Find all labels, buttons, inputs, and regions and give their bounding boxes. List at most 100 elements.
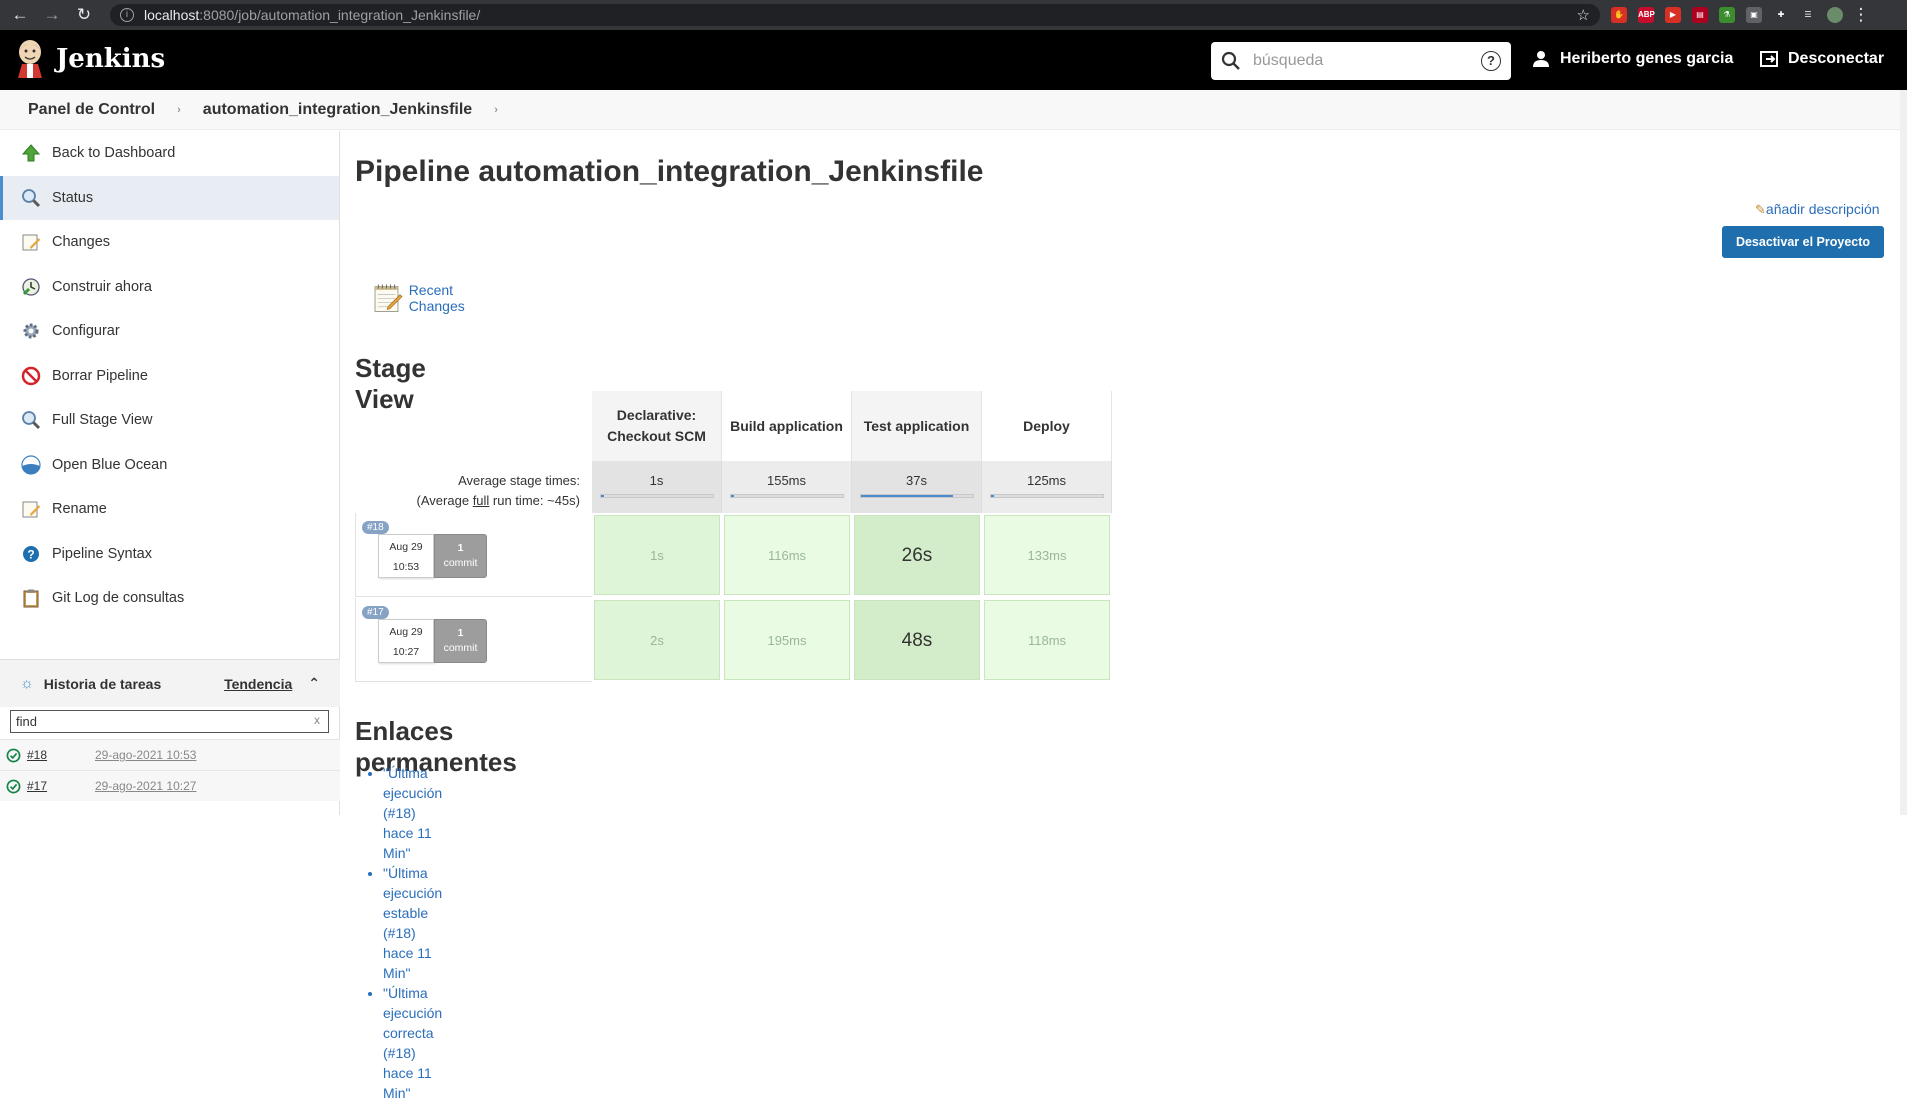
sidebar-item-pipeline-syntax[interactable]: ? Pipeline Syntax	[0, 532, 339, 577]
run-header: #18 Aug 29 10:53 1 commit	[355, 513, 592, 597]
trend-link[interactable]: Tendencia	[224, 676, 292, 692]
sidebar-item-borrar-pipeline[interactable]: Borrar Pipeline	[0, 354, 339, 399]
sidebar-item-status[interactable]: Status	[0, 175, 339, 220]
jenkins-brand[interactable]: Jenkins	[56, 44, 165, 74]
reload-icon[interactable]: ↻	[72, 3, 96, 27]
clear-find-icon[interactable]: x	[314, 713, 320, 727]
extensions-area: ✋ ABP ▶ ▤ ⚗ ▣ ✚ ☰	[1600, 7, 1843, 23]
sidebar-item-label: Configurar	[52, 323, 120, 340]
back-arrow-icon[interactable]: ←	[8, 3, 32, 27]
sidebar-item-construir-ahora[interactable]: Construir ahora	[0, 265, 339, 310]
average-stage-times-text: Average stage times:	[458, 473, 580, 488]
search-help-icon[interactable]: ?	[1481, 51, 1501, 71]
reading-list-icon[interactable]: ☰	[1800, 7, 1816, 23]
address-bar[interactable]: i localhost:8080/job/automation_integrat…	[110, 4, 1600, 26]
disable-project-button[interactable]: Desactivar el Proyecto	[1722, 226, 1884, 258]
sidebar-item-back-to-dashboard[interactable]: Back to Dashboard	[0, 131, 339, 176]
history-build-date[interactable]: 29-ago-2021 10:27	[95, 779, 196, 793]
sidebar-item-git-log-de-consultas[interactable]: Git Log de consultas	[0, 576, 339, 621]
logout-link[interactable]: Desconectar	[1760, 50, 1884, 68]
puzzle-icon[interactable]: ✚	[1773, 7, 1789, 23]
svg-text:?: ?	[27, 547, 34, 561]
pdf-ext-icon[interactable]: ▤	[1692, 7, 1708, 23]
run-badge[interactable]: #17	[362, 606, 389, 619]
add-description-label: añadir descripción	[1765, 201, 1880, 217]
search-icon	[1221, 51, 1240, 70]
average-times-label: Average stage times: (Average full run t…	[355, 471, 580, 511]
sidebar-item-label: Rename	[52, 501, 107, 518]
stage-run-cell[interactable]: 2s	[594, 600, 720, 680]
stage-average-bar-fill	[991, 495, 994, 497]
sidebar-item-label: Back to Dashboard	[52, 145, 176, 162]
stage-run-cell[interactable]: 1s	[594, 515, 720, 595]
run-header: #17 Aug 29 10:27 1 commit	[355, 598, 592, 682]
add-description-link[interactable]: ✎añadir descripción	[1755, 201, 1880, 218]
history-title: Historia de tareas	[43, 675, 162, 692]
sidebar-item-open-blue-ocean[interactable]: Open Blue Ocean	[0, 443, 339, 488]
stage-average-cell: 125ms	[982, 461, 1112, 513]
run-commit-word: commit	[443, 642, 478, 654]
run-commits-button[interactable]: 1 commit	[434, 619, 487, 663]
history-build-number[interactable]: #17	[27, 779, 77, 793]
search-input[interactable]	[1253, 50, 1473, 72]
search-box: ?	[1211, 42, 1511, 80]
page-scrollbar[interactable]	[1900, 90, 1907, 815]
stage-run-cell[interactable]: 48s	[854, 600, 980, 680]
stage-average-time: 125ms	[1026, 473, 1067, 488]
permalink-item[interactable]: "Última ejecución estable (#18) hace 11 …	[383, 863, 442, 983]
flask-ext-icon[interactable]: ⚗	[1719, 7, 1735, 23]
blue-ocean-icon	[20, 454, 42, 476]
history-build-date[interactable]: 29-ago-2021 10:53	[95, 748, 196, 762]
stage-run-cell[interactable]: 26s	[854, 515, 980, 595]
stage-run-cell[interactable]: 118ms	[984, 600, 1110, 680]
notepad-icon	[20, 231, 42, 253]
stage-run-cell[interactable]: 116ms	[724, 515, 850, 595]
forward-arrow-icon[interactable]: →	[40, 3, 64, 27]
stage-average-time: 1s	[649, 473, 664, 488]
adblock-icon[interactable]: ✋	[1611, 7, 1627, 23]
chrome-menu-icon[interactable]: ⋮	[1849, 3, 1873, 27]
permalink-item[interactable]: "Última ejecución (#18) hace 11 Min"	[383, 763, 442, 863]
history-find-input[interactable]	[10, 710, 329, 733]
run-commits-button[interactable]: 1 commit	[434, 534, 487, 578]
save-ext-icon[interactable]: ▣	[1746, 7, 1762, 23]
stage-run-cell[interactable]: 195ms	[724, 600, 850, 680]
magnifier-icon	[20, 409, 42, 431]
recent-changes-link[interactable]: Recent Changes	[373, 275, 479, 321]
average-run-time: (Average full run time: ~45s)	[355, 491, 580, 511]
run-date-day: Aug 29	[389, 626, 423, 638]
breadcrumb-chevron-icon[interactable]: ›	[494, 104, 498, 116]
history-build-number[interactable]: #18	[27, 748, 77, 762]
breadcrumb-item-dashboard[interactable]: Panel de Control	[28, 101, 155, 119]
sidebar-item-changes[interactable]: Changes	[0, 220, 339, 265]
stage-run-cell[interactable]: 133ms	[984, 515, 1110, 595]
collapse-chevron-icon[interactable]: ⌃	[308, 675, 320, 692]
full-run-link[interactable]: full	[473, 493, 490, 508]
history-row[interactable]: #17 29-ago-2021 10:27	[0, 770, 340, 801]
sidebar-item-full-stage-view[interactable]: Full Stage View	[0, 398, 339, 443]
sidebar-item-rename[interactable]: Rename	[0, 487, 339, 532]
user-name: Heriberto genes garcia	[1560, 50, 1734, 67]
sidebar-item-label: Status	[52, 189, 94, 206]
jenkins-logo-icon[interactable]	[14, 38, 46, 78]
bookmark-star-icon[interactable]: ☆	[1577, 6, 1590, 24]
user-menu[interactable]: Heriberto genes garcia	[1532, 50, 1733, 68]
abp-icon[interactable]: ABP	[1638, 7, 1655, 23]
url-path: :8080/job/automation_integration_Jenkins…	[199, 7, 481, 23]
video-ext-icon[interactable]: ▶	[1665, 7, 1681, 23]
profile-avatar-icon[interactable]	[1827, 7, 1843, 23]
run-badge[interactable]: #18	[362, 521, 389, 534]
history-row[interactable]: #18 29-ago-2021 10:53	[0, 739, 340, 770]
site-info-icon[interactable]: i	[120, 8, 134, 22]
avg-run-suffix: run time: ~45s)	[489, 493, 580, 508]
permalink-item[interactable]: "Última ejecución correcta (#18) hace 11…	[383, 983, 442, 1103]
sidebar-item-configurar[interactable]: Configurar	[0, 309, 339, 354]
stage-average-cell: 1s	[592, 461, 722, 513]
breadcrumb-chevron-icon[interactable]: ›	[177, 104, 181, 116]
breadcrumb-item-job[interactable]: automation_integration_Jenkinsfile	[203, 101, 472, 119]
page-title: Pipeline automation_integration_Jenkinsf…	[355, 155, 984, 188]
stage-average-bar	[730, 494, 844, 498]
stage-average-bar	[600, 494, 714, 498]
browser-toolbar: ← → ↻ i localhost:8080/job/automation_in…	[0, 0, 1907, 30]
stage-average-bar-fill	[861, 495, 953, 497]
